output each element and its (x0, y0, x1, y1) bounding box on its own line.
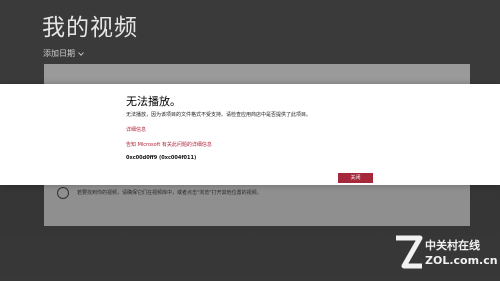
error-dialog (0, 84, 500, 185)
error-code: 0xc00d0ff9 (0xc004f011) (126, 155, 197, 161)
sort-dropdown[interactable]: 添加日期 (43, 49, 84, 59)
empty-library-hint: 若要找到你的视频，请确保它们在视频库中，或者点击"浏览"打开其他位置的视频。 (57, 187, 262, 199)
dialog-message: 无法播放，因为该项目的文件格式不受支持。请检查应用商店中是否提供了此项目。 (126, 112, 312, 118)
dialog-title: 无法播放。 (126, 95, 181, 108)
hint-text: 若要找到你的视频，请确保它们在视频库中，或者点击"浏览"打开其他位置的视频。 (77, 190, 262, 196)
close-button[interactable]: 关闭 (338, 173, 373, 183)
watermark: 中关村在线 ZOL.com.cn (394, 234, 498, 274)
sort-label: 添加日期 (43, 49, 75, 58)
watermark-domain: ZOL.com.cn (425, 254, 498, 267)
tell-microsoft-link[interactable]: 告知 Microsoft 有关此问题的详细信息 (126, 142, 212, 149)
details-link[interactable]: 详细信息 (126, 127, 146, 134)
zol-logo-icon (396, 235, 423, 269)
info-circle-icon (57, 187, 69, 199)
watermark-name: 中关村在线 (425, 239, 480, 252)
page-title: 我的视频 (42, 15, 138, 41)
chevron-down-icon (78, 52, 84, 56)
